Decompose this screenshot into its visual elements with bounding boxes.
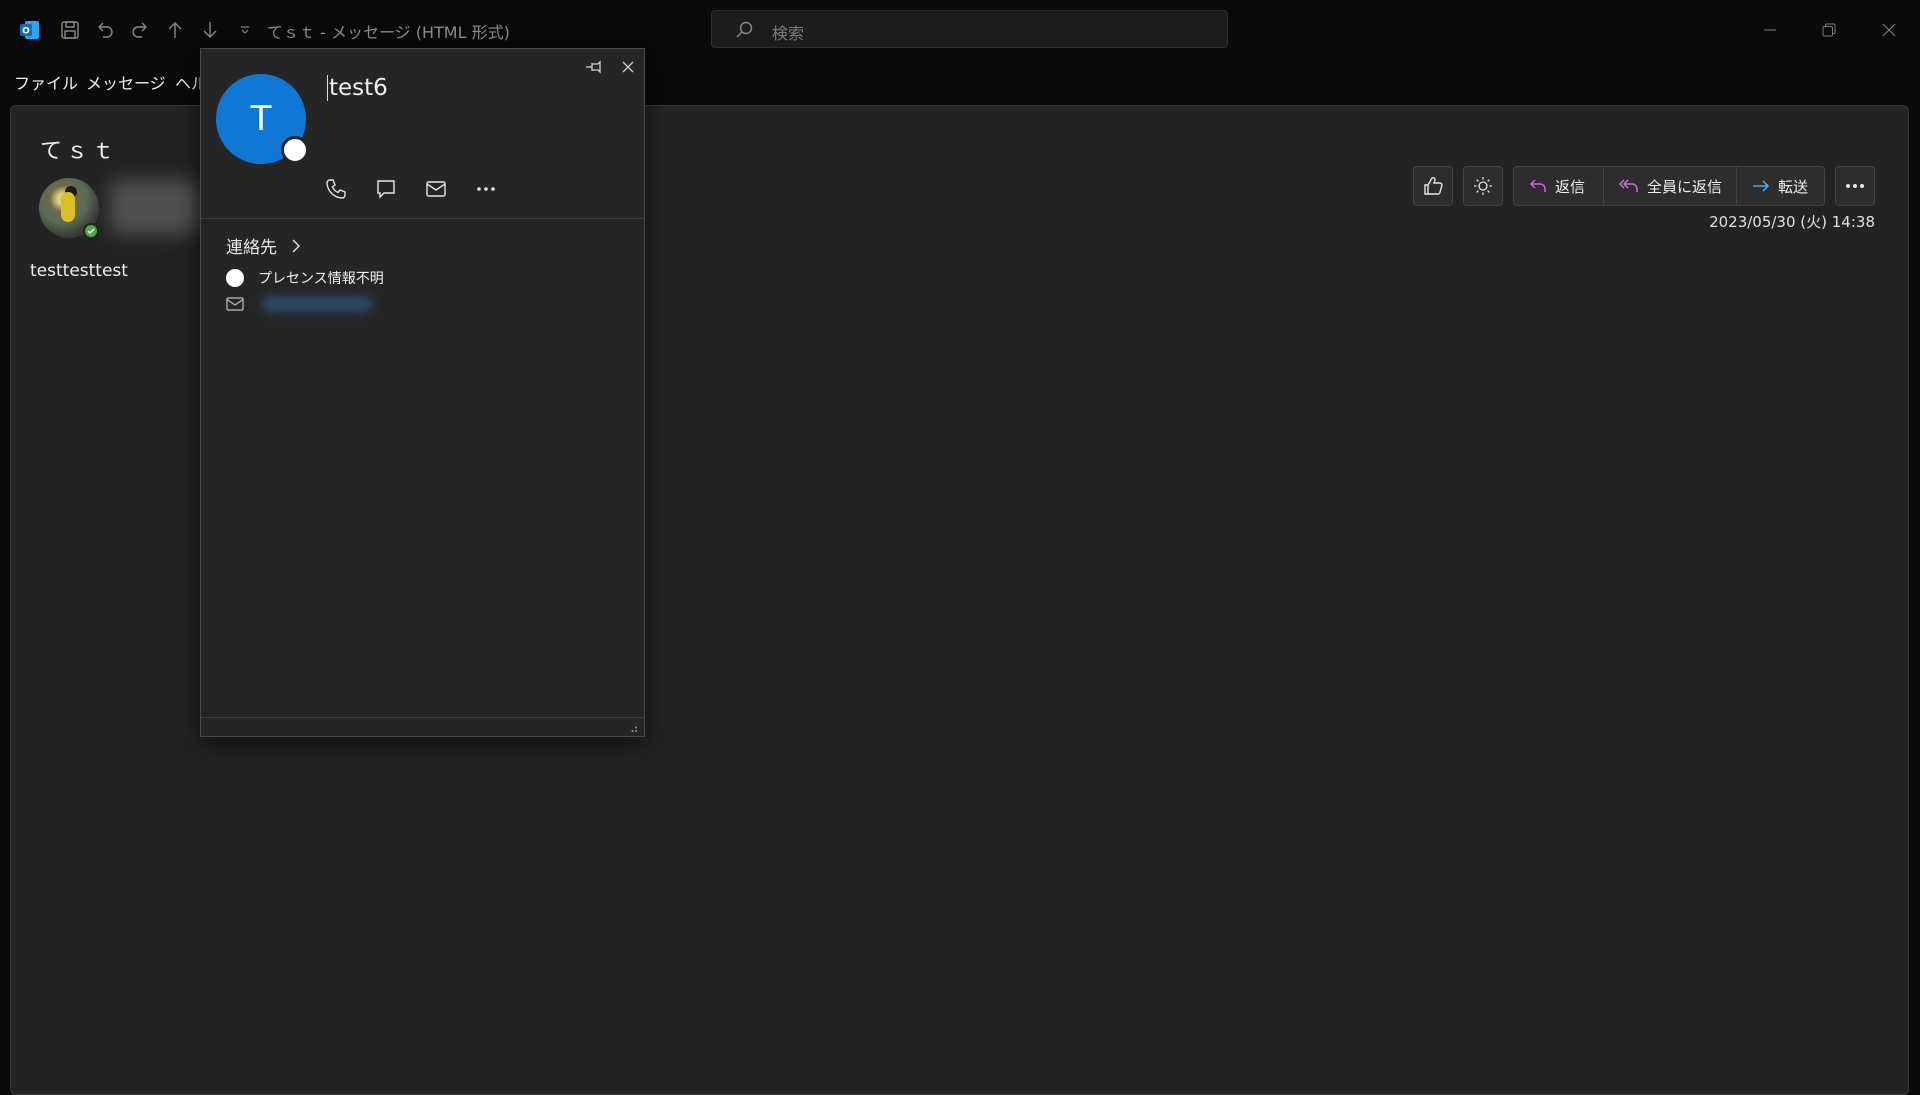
- sender-status-badge: [83, 223, 99, 239]
- minimize-button[interactable]: [1745, 10, 1795, 50]
- check-icon: [87, 228, 95, 234]
- up-arrow-icon[interactable]: [160, 15, 190, 45]
- pin-icon: [586, 60, 601, 74]
- search-input[interactable]: 検索: [711, 10, 1228, 48]
- reply-button[interactable]: 返信: [1514, 167, 1603, 205]
- contact-name[interactable]: test6: [327, 75, 388, 101]
- mail-icon: [226, 297, 244, 311]
- contact-initial: T: [250, 99, 272, 139]
- call-button[interactable]: [321, 174, 351, 204]
- resize-grip-icon[interactable]: [628, 723, 638, 733]
- immersive-reader-button[interactable]: [1463, 166, 1503, 206]
- forward-button[interactable]: 転送: [1736, 167, 1824, 205]
- menu-file[interactable]: ファイル: [14, 70, 78, 94]
- close-card-button[interactable]: [615, 54, 641, 80]
- minimize-icon: [1764, 29, 1776, 31]
- contacts-link[interactable]: 連絡先: [226, 233, 301, 258]
- restore-icon: [1822, 23, 1836, 37]
- presence-text: プレセンス情報不明: [258, 271, 384, 287]
- search-placeholder: 検索: [772, 24, 805, 43]
- message-timestamp: 2023/05/30 (火) 14:38: [1709, 213, 1875, 231]
- reply-all-icon: [1618, 179, 1638, 192]
- customize-icon[interactable]: [229, 15, 261, 45]
- chat-icon: [377, 180, 395, 199]
- more-icon: [477, 187, 495, 191]
- reply-button-group: 返信 全員に返信 転送: [1513, 166, 1825, 206]
- presence-row: プレセンス情報不明: [226, 268, 384, 288]
- undo-icon[interactable]: [90, 15, 120, 45]
- like-button[interactable]: [1413, 166, 1453, 206]
- close-icon: [1882, 23, 1896, 37]
- phone-icon: [326, 179, 346, 199]
- outlook-icon: O: [15, 15, 45, 45]
- card-footer-divider: [201, 717, 644, 718]
- search-icon: [734, 20, 754, 40]
- sender-name-redacted: [110, 180, 200, 234]
- contacts-label: 連絡先: [226, 238, 277, 258]
- presence-status-dot: [226, 269, 244, 287]
- card-divider: [201, 218, 644, 219]
- svg-text:O: O: [22, 27, 30, 37]
- forward-icon: [1753, 180, 1770, 192]
- email-address-redacted: [262, 297, 372, 311]
- mail-icon: [426, 181, 446, 197]
- message-body: testtesttest: [30, 261, 128, 281]
- reply-icon: [1529, 179, 1546, 192]
- window-title: てｓｔ - メッセージ (HTML 形式): [267, 23, 510, 42]
- chevron-right-icon: [292, 239, 300, 252]
- restore-button[interactable]: [1804, 10, 1854, 50]
- more-contact-options-button[interactable]: [471, 174, 501, 204]
- chat-button[interactable]: [371, 174, 401, 204]
- reply-all-label: 全員に返信: [1647, 177, 1723, 196]
- reply-label: 返信: [1555, 177, 1586, 196]
- contact-card: T test6 連絡先 プレセンス情報不明: [200, 48, 645, 737]
- pin-card-button[interactable]: [582, 54, 608, 80]
- sun-icon: [1474, 177, 1492, 195]
- more-icon: [1846, 184, 1864, 188]
- save-icon[interactable]: [55, 15, 85, 45]
- forward-label: 転送: [1778, 177, 1809, 196]
- redo-icon[interactable]: [125, 15, 155, 45]
- message-subject: てｓｔ: [40, 139, 119, 164]
- close-icon: [622, 61, 634, 73]
- email-row[interactable]: [226, 297, 372, 311]
- close-window-button[interactable]: [1864, 10, 1914, 50]
- thumbs-up-icon: [1424, 177, 1443, 195]
- reply-all-button[interactable]: 全員に返信: [1603, 167, 1736, 205]
- down-arrow-icon[interactable]: [195, 15, 225, 45]
- presence-badge: [281, 136, 309, 164]
- menu-message[interactable]: メッセージ: [86, 70, 166, 94]
- more-actions-button[interactable]: [1835, 166, 1875, 206]
- email-button[interactable]: [421, 174, 451, 204]
